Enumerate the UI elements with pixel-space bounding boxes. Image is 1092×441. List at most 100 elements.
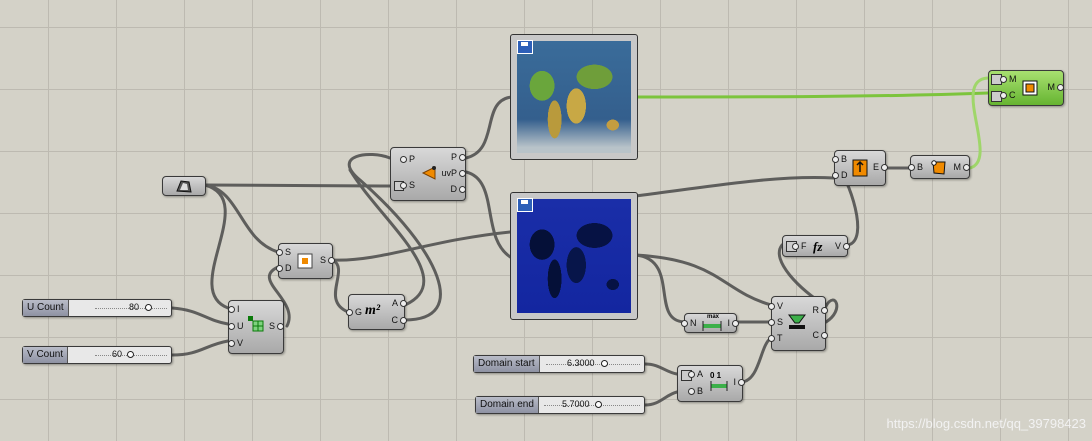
mesh-colour-component[interactable]: M C M — [988, 70, 1064, 106]
wire — [634, 253, 773, 307]
slider-value: 6.3000 — [567, 358, 595, 368]
output-port[interactable]: R — [813, 305, 827, 316]
wire — [464, 170, 514, 260]
world-map-blue-image — [517, 199, 631, 313]
input-port[interactable]: D — [276, 263, 292, 274]
wire-selected — [634, 91, 990, 99]
slider-label: Domain end — [476, 397, 539, 413]
expression-component[interactable]: F fz V — [782, 235, 851, 257]
input-port[interactable]: G — [345, 307, 362, 318]
input-port[interactable]: S — [275, 247, 291, 258]
domain-end-slider[interactable]: Domain end 5.7000 — [475, 396, 645, 414]
input-port[interactable]: B — [907, 162, 923, 173]
output-port[interactable]: C — [392, 315, 406, 326]
watermark: https://blog.csdn.net/qq_39798423 — [886, 416, 1087, 431]
output-port[interactable]: P — [451, 152, 467, 163]
input-port[interactable]: F — [792, 241, 807, 252]
input-port[interactable]: M — [1000, 74, 1017, 85]
expression-icon: fz — [813, 239, 823, 254]
wire — [331, 230, 512, 262]
surface-component[interactable]: S D S — [275, 243, 336, 279]
output-port[interactable]: A — [392, 298, 408, 309]
input-port[interactable]: B — [687, 386, 703, 397]
slider-label: U Count — [23, 300, 69, 316]
construct-domain-component[interactable]: A B 0 1 I — [677, 365, 744, 402]
slider-knob[interactable] — [125, 349, 136, 360]
shader-icon — [931, 160, 946, 175]
wire — [331, 258, 350, 314]
output-port[interactable]: V — [835, 241, 851, 252]
surface-param-icon — [176, 180, 192, 193]
wire — [170, 306, 230, 326]
area-icon: m² — [365, 303, 381, 318]
input-port[interactable]: A — [687, 369, 703, 380]
output-port[interactable]: M — [954, 162, 969, 173]
u-count-slider[interactable]: U Count 80 — [22, 299, 172, 317]
surface-icon — [297, 253, 313, 269]
v-count-slider[interactable]: V Count 60 — [22, 346, 172, 364]
output-port[interactable]: E — [873, 162, 889, 173]
slider-label: V Count — [23, 347, 69, 363]
output-port[interactable]: S — [320, 255, 336, 266]
slider-value: 60 — [112, 349, 123, 359]
save-icon[interactable] — [517, 198, 533, 212]
wire — [634, 253, 686, 324]
slider-knob[interactable] — [595, 401, 602, 408]
mesh-colour-icon — [1022, 80, 1038, 96]
slider-knob[interactable] — [601, 360, 608, 367]
wire — [464, 95, 514, 160]
output-port[interactable]: uvP — [441, 168, 466, 179]
output-port[interactable]: I — [733, 377, 744, 388]
input-port[interactable]: S — [767, 317, 783, 328]
slider-label: Domain start — [474, 356, 540, 372]
remap-component[interactable]: V S T R C — [767, 296, 827, 351]
input-port[interactable]: N — [681, 318, 697, 329]
shader-component[interactable]: B M — [907, 155, 970, 179]
wire-selected — [968, 76, 990, 170]
wire — [203, 183, 230, 310]
image-preview-blue[interactable] — [510, 192, 638, 320]
slider-knob[interactable] — [143, 302, 154, 313]
list-item-component[interactable]: B D E — [831, 150, 889, 186]
geometry-param[interactable] — [162, 176, 206, 196]
world-map-colour-image — [517, 41, 631, 153]
wire — [634, 175, 836, 198]
input-port[interactable]: S — [399, 180, 415, 191]
remap-icon — [788, 314, 806, 329]
domain-start-slider[interactable]: Domain start 6.3000 — [473, 355, 645, 373]
input-port[interactable]: C — [1000, 90, 1016, 101]
input-port[interactable]: V — [767, 301, 783, 312]
slider-value: 80 — [129, 302, 140, 312]
save-icon[interactable] — [517, 40, 533, 54]
divide-surface-icon — [248, 316, 264, 332]
divide-surface-component[interactable]: I U V S — [227, 300, 285, 354]
output-port[interactable]: I — [727, 318, 738, 329]
output-port[interactable]: M — [1048, 82, 1063, 93]
wire — [203, 183, 392, 188]
evaluate-surface-icon — [421, 166, 436, 180]
area-component[interactable]: G m² A C — [345, 294, 408, 330]
image-preview-colour[interactable] — [510, 34, 638, 160]
domain-icon — [710, 381, 728, 391]
input-port[interactable]: U — [228, 321, 244, 332]
output-port[interactable]: S — [269, 321, 285, 332]
output-port[interactable]: D — [451, 184, 465, 195]
slider-value: 5.7000 — [562, 399, 590, 409]
wire — [643, 362, 679, 376]
evaluate-surface-component[interactable]: P S P uvP D — [390, 147, 467, 201]
list-item-icon — [852, 159, 868, 177]
input-port[interactable]: D — [832, 170, 848, 181]
domain-caption: 0 1 — [710, 371, 722, 380]
input-port[interactable]: I — [229, 304, 240, 315]
bounds-icon — [702, 321, 722, 331]
wire — [740, 336, 773, 384]
input-port[interactable]: P — [399, 154, 415, 165]
input-port[interactable]: T — [768, 333, 783, 344]
bounds-caption: max — [707, 314, 720, 320]
input-port[interactable]: B — [831, 154, 847, 165]
wire — [203, 183, 280, 254]
wire — [170, 339, 230, 357]
input-port[interactable]: V — [227, 338, 243, 349]
output-port[interactable]: C — [813, 330, 827, 341]
bounds-component[interactable]: N max I — [681, 313, 738, 333]
